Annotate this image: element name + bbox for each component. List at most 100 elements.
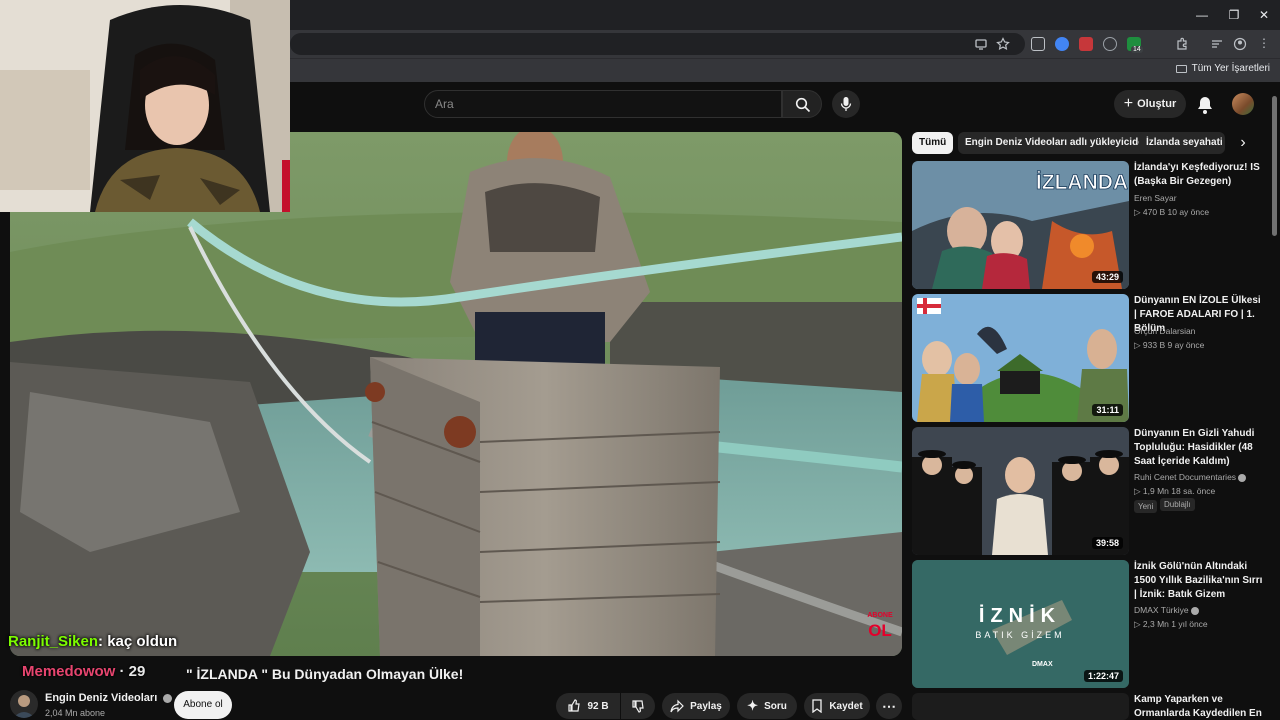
profile-icon[interactable] <box>1233 37 1247 51</box>
chip-all[interactable]: Tümü <box>912 132 954 154</box>
recommendation-title[interactable]: İznik Gölü'nün Altındaki 1500 Yıllık Baz… <box>1134 560 1266 602</box>
share-icon <box>670 699 684 713</box>
save-label: Kaydet <box>829 700 863 712</box>
thumbs-down-icon <box>632 700 644 713</box>
more-actions-button[interactable]: ⋯ <box>876 693 902 719</box>
upload-age: 10 ay önce <box>1167 207 1210 217</box>
more-icon: ⋯ <box>882 697 896 714</box>
recommendation-meta: ▷ 933 B 9 ay önce <box>1134 340 1205 350</box>
recommendation-channel[interactable]: Ruhi Cenet Documentaries <box>1134 472 1247 482</box>
extension-blue-icon[interactable] <box>1055 37 1069 51</box>
subscribe-button[interactable]: Abone ol <box>174 691 232 719</box>
extension-red-icon[interactable] <box>1079 37 1093 51</box>
thumbnail-image: İZNİK BATIK GİZEM DMAX <box>912 560 1129 688</box>
recommendation-channel[interactable]: Eren Sayar <box>1134 193 1177 203</box>
channel-name-text: Engin Deniz Videoları <box>45 692 158 704</box>
search-button[interactable] <box>782 90 822 118</box>
account-avatar[interactable] <box>1232 93 1254 115</box>
like-button[interactable]: 92 B <box>556 693 620 719</box>
channel-name-text: Ruhi Cenet Documentaries <box>1134 472 1237 482</box>
upload-age: 18 sa. önce <box>1171 486 1216 496</box>
video-thumbnail[interactable]: 39:58 <box>912 427 1129 555</box>
minimize-button[interactable]: — <box>1191 6 1213 24</box>
extension-icon[interactable] <box>1031 37 1045 51</box>
chat-username: Memedowow <box>22 663 116 680</box>
microphone-icon <box>840 97 852 111</box>
chat-message: Memedowow · 29 <box>22 663 145 680</box>
thumbnail-text: İZLANDA <box>1036 171 1128 194</box>
webcam-feed <box>0 0 290 212</box>
close-button[interactable]: ✕ <box>1253 6 1275 24</box>
recommendation-title[interactable]: Dünyanın En Gizli Yahudi Topluluğu: Hasi… <box>1134 427 1264 469</box>
upload-age: 9 ay önce <box>1167 340 1205 350</box>
thumbnail-subtext: BATIK GİZEM <box>975 630 1064 640</box>
recommendation-channel[interactable]: DMAX Türkiye <box>1134 605 1200 615</box>
video-thumbnail[interactable]: İZNİK BATIK GİZEM DMAX 1:22:47 <box>912 560 1129 688</box>
recommendation-item[interactable]: İZNİK BATIK GİZEM DMAX 1:22:47 İznik Göl… <box>912 560 1272 688</box>
browser-menu-icon[interactable]: ⋮ <box>1258 36 1270 50</box>
recommendation-item[interactable]: 31:11 Dünyanın EN İZOLE Ülkesi | FAROE A… <box>912 294 1272 422</box>
view-count: 470 B <box>1142 207 1166 217</box>
view-count: 1,9 Mn <box>1142 486 1169 496</box>
dmax-logo: DMAX <box>1032 661 1053 668</box>
dubbed-badge: Dublajlı <box>1160 498 1195 511</box>
upload-age: 1 yıl önce <box>1171 619 1208 629</box>
maximize-button[interactable]: ❐ <box>1223 6 1245 24</box>
video-thumbnail[interactable] <box>912 693 1129 720</box>
recommendation-item[interactable]: Kamp Yaparken ve Ormanlarda Kaydedilen E… <box>912 693 1272 720</box>
recommendation-channel[interactable]: Orçun Dalarsian <box>1134 326 1195 336</box>
reading-list-icon[interactable] <box>1210 37 1224 51</box>
channel-avatar-image <box>13 695 35 718</box>
voice-search-button[interactable] <box>832 90 860 118</box>
video-thumbnail[interactable]: İZLANDA 43:29 <box>912 161 1129 289</box>
thumbnail-image: İZLANDA <box>912 161 1129 289</box>
create-button[interactable]: + Oluştur <box>1114 90 1186 118</box>
verified-icon <box>1191 606 1200 615</box>
recommendation-title[interactable]: Kamp Yaparken ve Ormanlarda Kaydedilen E… <box>1134 693 1266 720</box>
video-duration: 43:29 <box>1091 271 1123 283</box>
install-app-icon[interactable] <box>974 37 988 51</box>
recommendation-meta: ▷ 2,3 Mn 1 yıl önce <box>1134 619 1208 629</box>
dislike-button[interactable] <box>621 693 655 719</box>
thumbnail-image <box>912 294 1129 422</box>
like-count: 92 B <box>587 700 609 712</box>
share-label: Paylaş <box>690 700 722 712</box>
recommendation-item[interactable]: 39:58 Dünyanın En Gizli Yahudi Topluluğu… <box>912 427 1272 555</box>
notifications-bell-icon[interactable] <box>1194 94 1216 116</box>
view-count: 2,3 Mn <box>1142 619 1169 629</box>
abone-watermark-top: ABONE <box>867 612 893 619</box>
sidebar-scrollbar[interactable] <box>1272 96 1277 236</box>
chevron-right-icon[interactable]: › <box>1234 134 1252 152</box>
extensions-puzzle-icon[interactable] <box>1175 37 1189 51</box>
video-thumbnail[interactable]: 31:11 <box>912 294 1129 422</box>
save-button[interactable]: Kaydet <box>804 693 870 719</box>
recommendation-meta: ▷ 470 B 10 ay önce <box>1134 207 1210 217</box>
subscriber-count: 2,04 Mn abone <box>45 708 106 718</box>
channel-avatar[interactable] <box>10 690 38 718</box>
thumbnail-image <box>912 427 1129 555</box>
recommendation-item[interactable]: İZLANDA 43:29 İzlanda'yı Keşfediyoruz! I… <box>912 161 1272 289</box>
video-duration: 39:58 <box>1091 537 1123 549</box>
recommendation-title[interactable]: İzlanda'yı Keşfediyoruz! IS (Başka Bir G… <box>1134 161 1266 189</box>
new-badge: Yeni <box>1134 500 1158 513</box>
thumbnail-text: İZNİK <box>979 604 1061 627</box>
video-duration: 1:22:47 <box>1083 670 1123 682</box>
share-button[interactable]: Paylaş <box>662 693 730 719</box>
address-bar[interactable] <box>290 33 1025 55</box>
ask-button[interactable]: ✦ Soru <box>737 693 797 719</box>
bookmark-star-icon[interactable] <box>996 37 1010 51</box>
thumbs-up-icon <box>568 699 581 712</box>
search-input[interactable]: Ara <box>424 90 782 118</box>
all-bookmarks-folder[interactable]: Tüm Yer İşaretleri <box>1175 63 1270 74</box>
chip-iceland-travel[interactable]: İzlanda seyahati <box>1139 132 1225 154</box>
channel-name[interactable]: Engin Deniz Videoları <box>45 692 173 704</box>
chat-text: · 29 <box>119 663 146 680</box>
recommendation-meta: ▷ 1,9 Mn 18 sa. önce <box>1134 486 1216 496</box>
plus-icon: + <box>1123 95 1134 112</box>
folder-icon <box>1175 64 1187 73</box>
webcam-overlay <box>0 0 290 212</box>
chip-from-uploader[interactable]: Engin Deniz Videoları adlı yükleyiciden <box>958 132 1157 154</box>
create-label: Oluştur <box>1137 98 1177 110</box>
ask-label: Soru <box>764 700 787 712</box>
extension-gray-icon[interactable] <box>1103 37 1117 51</box>
